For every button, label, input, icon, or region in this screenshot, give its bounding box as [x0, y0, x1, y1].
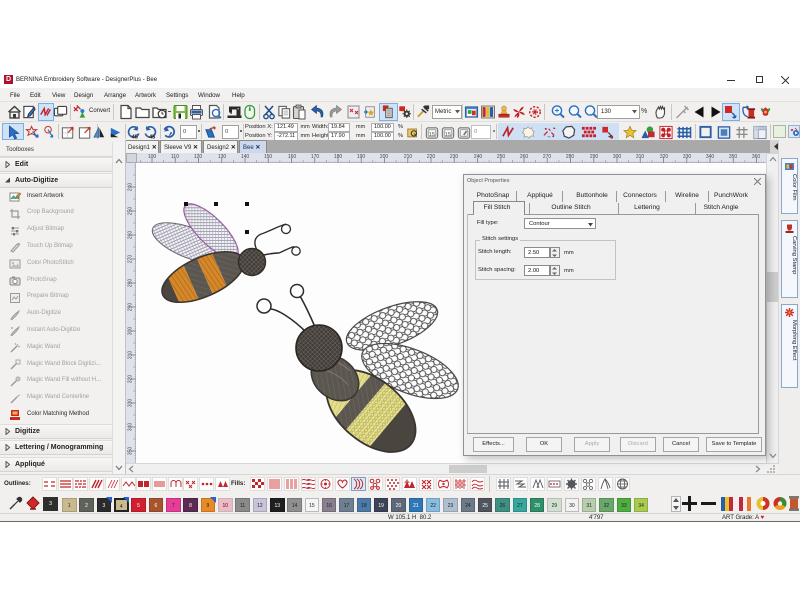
svg-text:240: 240	[128, 183, 134, 192]
svg-text:190: 190	[357, 154, 366, 160]
svg-text:260: 260	[520, 154, 529, 160]
svg-text:290: 290	[590, 154, 599, 160]
svg-text:110: 110	[171, 154, 179, 160]
svg-text:330: 330	[683, 154, 692, 160]
svg-text:230: 230	[450, 154, 459, 160]
svg-text:180: 180	[334, 154, 343, 160]
svg-text:350: 350	[128, 447, 134, 456]
svg-text:170: 170	[311, 154, 320, 160]
svg-text:340: 340	[706, 154, 715, 160]
svg-text:270: 270	[543, 154, 552, 160]
svg-text:300: 300	[128, 327, 134, 336]
svg-text:15: 15	[445, 132, 451, 138]
svg-text:15: 15	[429, 132, 435, 138]
svg-text:130: 130	[218, 154, 227, 160]
svg-text:290: 290	[128, 303, 134, 312]
svg-text:250: 250	[497, 154, 506, 160]
svg-text:100: 100	[148, 154, 157, 160]
svg-text:310: 310	[128, 351, 134, 360]
svg-text:210: 210	[404, 154, 413, 160]
svg-text:330: 330	[128, 399, 134, 408]
svg-text:280: 280	[128, 279, 134, 288]
svg-text:260: 260	[128, 231, 134, 240]
svg-text:250: 250	[128, 207, 134, 216]
svg-text:350: 350	[729, 154, 738, 160]
svg-text:280: 280	[566, 154, 575, 160]
svg-text:310: 310	[636, 154, 645, 160]
svg-text:200: 200	[380, 154, 389, 160]
svg-text:140: 140	[241, 154, 250, 160]
svg-text:320: 320	[660, 154, 669, 160]
svg-text:270: 270	[128, 255, 134, 264]
svg-text:300: 300	[613, 154, 622, 160]
svg-text:120: 120	[194, 154, 203, 160]
svg-text:340: 340	[128, 423, 134, 432]
svg-text:360: 360	[752, 154, 761, 160]
svg-text:150: 150	[264, 154, 273, 160]
svg-text:320: 320	[128, 375, 134, 384]
svg-text:220: 220	[427, 154, 436, 160]
svg-text:240: 240	[474, 154, 483, 160]
svg-text:160: 160	[288, 154, 297, 160]
